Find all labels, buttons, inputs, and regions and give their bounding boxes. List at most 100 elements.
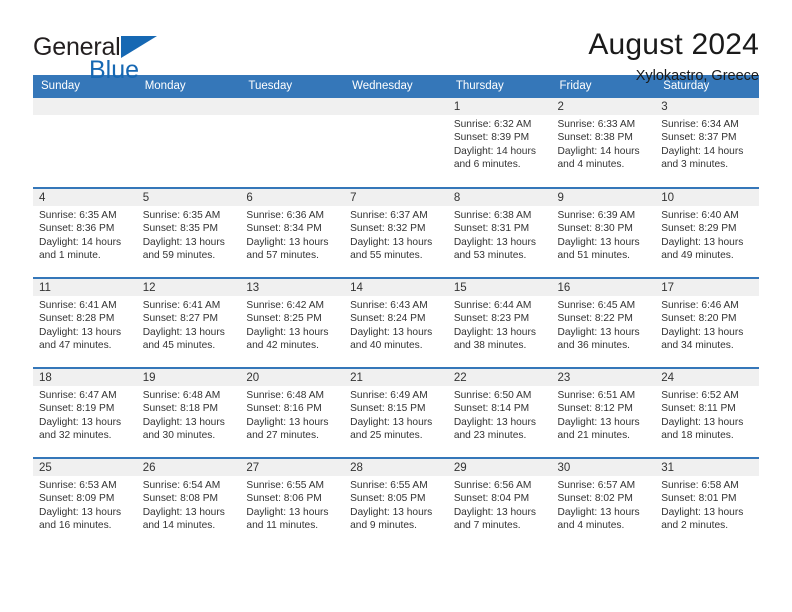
- sunrise-text: Sunrise: 6:35 AM: [142, 210, 221, 221]
- daylight-text-line1: Daylight: 13 hours: [661, 416, 744, 428]
- day-cell-13[interactable]: 13 Sunrise: 6:42 AM Sunset: 8:25 PM Dayligh…: [240, 279, 345, 367]
- day-cell-29[interactable]: 29 Sunrise: 6:56 AM Sunset: 8:04 PM Dayligh…: [447, 459, 552, 547]
- calendar-cell: 3 Sunrise: 6:34 AM Sunset: 8:37 PM Daylight…: [655, 98, 759, 188]
- day-cell-3[interactable]: 3 Sunrise: 6:34 AM Sunset: 8:37 PM Daylight…: [655, 98, 759, 186]
- day-info: Sunrise: 6:41 AM Sunset: 8:27 PM Daylight:…: [137, 296, 241, 353]
- day-cell-16[interactable]: 16 Sunrise: 6:45 AM Sunset: 8:22 PM Dayligh…: [551, 279, 656, 367]
- day-cell-27[interactable]: 27 Sunrise: 6:55 AM Sunset: 8:06 PM Dayligh…: [240, 459, 345, 547]
- calendar-cell: 13 Sunrise: 6:42 AM Sunset: 8:25 PM Dayligh…: [240, 277, 345, 368]
- day-info: Sunrise: 6:58 AM Sunset: 8:01 PM Daylight:…: [655, 476, 759, 533]
- daylight-text-line1: Daylight: 13 hours: [453, 236, 536, 248]
- day-cell-23[interactable]: 23 Sunrise: 6:51 AM Sunset: 8:12 PM Dayligh…: [551, 369, 656, 457]
- daylight-text-line1: Daylight: 13 hours: [350, 236, 433, 248]
- calendar-cell: 26 Sunrise: 6:54 AM Sunset: 8:08 PM Dayligh…: [136, 457, 241, 548]
- sunset-text: Sunset: 8:23 PM: [453, 313, 530, 325]
- daylight-text-line1: Daylight: 14 hours: [557, 145, 640, 157]
- day-number: 11: [33, 279, 137, 296]
- day-cell-9[interactable]: 9 Sunrise: 6:39 AM Sunset: 8:30 PM Daylight…: [551, 189, 656, 277]
- day-cell-5[interactable]: 5 Sunrise: 6:35 AM Sunset: 8:35 PM Daylight…: [136, 189, 241, 277]
- day-cell-14[interactable]: 14 Sunrise: 6:43 AM Sunset: 8:24 PM Dayligh…: [344, 279, 448, 367]
- sunset-text: Sunset: 8:06 PM: [246, 493, 322, 505]
- sunrise-text: Sunrise: 6:57 AM: [557, 480, 636, 491]
- day-cell-8[interactable]: 8 Sunrise: 6:38 AM Sunset: 8:31 PM Daylight…: [447, 189, 552, 277]
- calendar-week-row: 1 Sunrise: 6:32 AM Sunset: 8:39 PM Daylight…: [33, 98, 759, 188]
- day-cell-11[interactable]: 11 Sunrise: 6:41 AM Sunset: 8:28 PM Dayligh…: [33, 279, 137, 367]
- day-info: Sunrise: 6:43 AM Sunset: 8:24 PM Daylight:…: [344, 296, 448, 353]
- daylight-text-line1: Daylight: 13 hours: [246, 326, 329, 338]
- day-number: 6: [240, 189, 345, 206]
- calendar-cell: 7 Sunrise: 6:37 AM Sunset: 8:32 PM Daylight…: [344, 187, 448, 278]
- sunset-text: Sunset: 8:31 PM: [453, 223, 530, 235]
- sunrise-text: Sunrise: 6:41 AM: [142, 300, 221, 311]
- sunrise-text: Sunrise: 6:48 AM: [142, 390, 221, 401]
- day-info: Sunrise: 6:35 AM Sunset: 8:36 PM Daylight:…: [33, 206, 137, 263]
- sunset-text: Sunset: 8:01 PM: [661, 493, 737, 505]
- day-cell-18[interactable]: 18 Sunrise: 6:47 AM Sunset: 8:19 PM Dayligh…: [33, 369, 137, 457]
- daylight-text-line1: Daylight: 14 hours: [661, 145, 744, 157]
- daylight-text-line2: and 23 minutes.: [453, 430, 527, 442]
- sunrise-text: Sunrise: 6:40 AM: [661, 210, 739, 221]
- page-header: General Blue August 2024 Xylokastro, Gre…: [0, 0, 792, 84]
- day-cell-15[interactable]: 15 Sunrise: 6:44 AM Sunset: 8:23 PM Dayligh…: [447, 279, 552, 367]
- daylight-text-line2: and 57 minutes.: [246, 250, 319, 262]
- title-block: August 2024 Xylokastro, Greece: [588, 28, 759, 86]
- sunrise-text: Sunrise: 6:33 AM: [557, 119, 636, 130]
- day-number: 20: [240, 369, 345, 386]
- sunset-text: Sunset: 8:39 PM: [453, 132, 530, 144]
- day-cell-20[interactable]: 20 Sunrise: 6:48 AM Sunset: 8:16 PM Dayligh…: [240, 369, 345, 457]
- day-cell-31[interactable]: 31 Sunrise: 6:58 AM Sunset: 8:01 PM Dayligh…: [655, 459, 759, 547]
- calendar-cell: 28 Sunrise: 6:55 AM Sunset: 8:05 PM Dayligh…: [344, 457, 448, 548]
- day-cell-4[interactable]: 4 Sunrise: 6:35 AM Sunset: 8:36 PM Daylight…: [33, 189, 137, 277]
- day-cell-10[interactable]: 10 Sunrise: 6:40 AM Sunset: 8:29 PM Dayligh…: [655, 189, 759, 277]
- sunrise-text: Sunrise: 6:36 AM: [246, 210, 324, 221]
- daylight-text-line1: Daylight: 13 hours: [453, 506, 536, 518]
- sunrise-text: Sunrise: 6:34 AM: [661, 119, 739, 130]
- sunrise-text: Sunrise: 6:53 AM: [39, 480, 117, 491]
- calendar-cell: 14 Sunrise: 6:43 AM Sunset: 8:24 PM Dayligh…: [344, 277, 448, 368]
- daylight-text-line1: Daylight: 13 hours: [557, 506, 640, 518]
- day-info: Sunrise: 6:47 AM Sunset: 8:19 PM Daylight:…: [33, 386, 137, 443]
- daylight-text-line2: and 7 minutes.: [453, 520, 521, 532]
- day-cell-17[interactable]: 17 Sunrise: 6:46 AM Sunset: 8:20 PM Dayligh…: [655, 279, 759, 367]
- day-cell-30[interactable]: 30 Sunrise: 6:57 AM Sunset: 8:02 PM Dayligh…: [551, 459, 656, 547]
- day-cell-7[interactable]: 7 Sunrise: 6:37 AM Sunset: 8:32 PM Daylight…: [344, 189, 448, 277]
- sunrise-text: Sunrise: 6:35 AM: [39, 210, 117, 221]
- day-cell-21[interactable]: 21 Sunrise: 6:49 AM Sunset: 8:15 PM Dayligh…: [344, 369, 448, 457]
- day-cell-24[interactable]: 24 Sunrise: 6:52 AM Sunset: 8:11 PM Dayligh…: [655, 369, 759, 457]
- day-cell-28[interactable]: 28 Sunrise: 6:55 AM Sunset: 8:05 PM Dayligh…: [344, 459, 448, 547]
- day-info: Sunrise: 6:53 AM Sunset: 8:09 PM Daylight:…: [33, 476, 137, 533]
- day-cell-26[interactable]: 26 Sunrise: 6:54 AM Sunset: 8:08 PM Dayligh…: [136, 459, 241, 547]
- day-cell-6[interactable]: 6 Sunrise: 6:36 AM Sunset: 8:34 PM Daylight…: [240, 189, 345, 277]
- sunrise-text: Sunrise: 6:43 AM: [350, 300, 428, 311]
- day-cell-12[interactable]: 12 Sunrise: 6:41 AM Sunset: 8:27 PM Dayligh…: [136, 279, 241, 367]
- day-number: [240, 98, 345, 115]
- calendar-cell: 24 Sunrise: 6:52 AM Sunset: 8:11 PM Dayligh…: [655, 367, 759, 458]
- sunrise-text: Sunrise: 6:46 AM: [661, 300, 739, 311]
- daylight-text-line1: Daylight: 13 hours: [246, 506, 329, 518]
- calendar-cell: 6 Sunrise: 6:36 AM Sunset: 8:34 PM Daylight…: [240, 187, 345, 278]
- day-cell-25[interactable]: 25 Sunrise: 6:53 AM Sunset: 8:09 PM Dayligh…: [33, 459, 137, 547]
- day-cell-2[interactable]: 2 Sunrise: 6:33 AM Sunset: 8:38 PM Daylight…: [551, 98, 656, 186]
- day-number: 19: [136, 369, 241, 386]
- day-info: Sunrise: 6:33 AM Sunset: 8:38 PM Daylight:…: [552, 115, 656, 172]
- daylight-text-line2: and 9 minutes.: [350, 520, 417, 532]
- sunset-text: Sunset: 8:30 PM: [557, 223, 633, 235]
- calendar-cell: 30 Sunrise: 6:57 AM Sunset: 8:02 PM Dayligh…: [551, 457, 656, 548]
- day-number: 4: [33, 189, 137, 206]
- sunset-text: Sunset: 8:16 PM: [246, 403, 322, 415]
- day-cell-22[interactable]: 22 Sunrise: 6:50 AM Sunset: 8:14 PM Dayligh…: [447, 369, 552, 457]
- day-cell-1[interactable]: 1 Sunrise: 6:32 AM Sunset: 8:39 PM Daylight…: [447, 98, 552, 186]
- calendar-cell: 8 Sunrise: 6:38 AM Sunset: 8:31 PM Daylight…: [447, 187, 552, 278]
- brand-logo[interactable]: General Blue: [33, 28, 157, 83]
- sunrise-text: Sunrise: 6:52 AM: [661, 390, 739, 401]
- daylight-text-line2: and 45 minutes.: [142, 340, 216, 352]
- day-cell-19[interactable]: 19 Sunrise: 6:48 AM Sunset: 8:18 PM Dayligh…: [136, 369, 241, 457]
- day-info: Sunrise: 6:35 AM Sunset: 8:35 PM Daylight:…: [137, 206, 241, 263]
- sunset-text: Sunset: 8:32 PM: [350, 223, 426, 235]
- daylight-text-line2: and 34 minutes.: [661, 340, 734, 352]
- day-number: 3: [655, 98, 759, 115]
- day-info: Sunrise: 6:52 AM Sunset: 8:11 PM Daylight:…: [655, 386, 759, 443]
- daylight-text-line1: Daylight: 13 hours: [661, 326, 744, 338]
- day-info: Sunrise: 6:56 AM Sunset: 8:04 PM Daylight:…: [448, 476, 552, 533]
- weekday-header-thursday: Thursday: [447, 75, 552, 98]
